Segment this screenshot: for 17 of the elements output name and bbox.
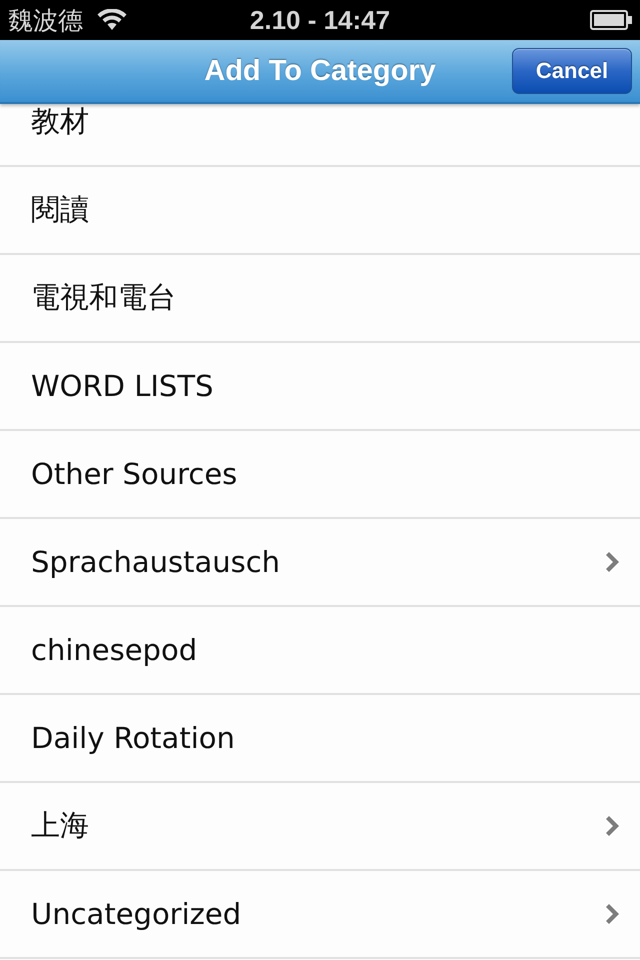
category-label: Uncategorized bbox=[31, 897, 242, 931]
category-label: 閱讀 bbox=[31, 191, 89, 228]
category-label: Daily Rotation bbox=[31, 721, 235, 755]
wifi-icon bbox=[97, 9, 127, 31]
category-label: 教材 bbox=[31, 104, 89, 140]
cancel-button[interactable]: Cancel bbox=[512, 48, 632, 94]
category-label: 電視和電台 bbox=[31, 279, 176, 316]
category-row[interactable]: 教材 bbox=[0, 104, 640, 167]
carrier-name: 魏波德 bbox=[8, 8, 83, 32]
category-label: WORD LISTS bbox=[31, 369, 214, 403]
nav-title: Add To Category bbox=[204, 54, 436, 88]
category-label: Other Sources bbox=[31, 457, 238, 491]
category-label: 上海 bbox=[31, 807, 89, 844]
status-time: 2.10 - 14:47 bbox=[250, 7, 390, 33]
battery-icon bbox=[590, 10, 632, 30]
category-label: chinesepod bbox=[31, 633, 198, 667]
category-label: Sprachaustausch bbox=[31, 545, 280, 579]
